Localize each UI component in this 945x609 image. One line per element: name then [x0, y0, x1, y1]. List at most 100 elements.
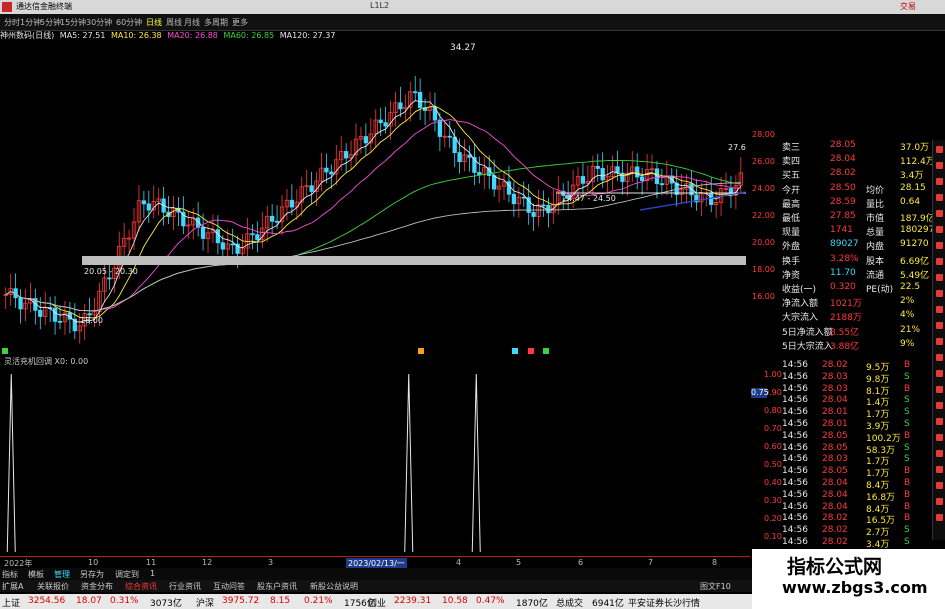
indicator-tab[interactable]: 模板 — [28, 569, 44, 580]
index-value: 2239.31 — [394, 596, 432, 606]
quote-panel: 卖三 28.05 37.0万 卖四 28.04 112.4万 买五 28.02 3.4万 今开 28… — [782, 140, 935, 360]
tick-side: B — [904, 489, 911, 500]
side-tool-icon[interactable] — [936, 258, 943, 265]
side-tool-icon[interactable] — [936, 274, 943, 281]
index-pct: 0.31% — [110, 596, 139, 606]
f10-tab[interactable]: 图文F10 — [700, 581, 731, 592]
candle — [250, 233, 255, 236]
candle — [230, 243, 235, 246]
side-tool-icon[interactable] — [936, 210, 943, 217]
price-chart[interactable]: 34.27 18.00 20.05 - 20.30 24.47 - 24.50 … — [0, 42, 750, 354]
side-tool-icon[interactable] — [936, 338, 943, 345]
side-tool-icon[interactable] — [936, 306, 943, 313]
index-name[interactable]: 上证 — [2, 596, 20, 609]
period-tab[interactable]: 60分钟 — [116, 17, 142, 28]
index-value: 3975.72 — [222, 596, 260, 606]
info-tab[interactable]: 互动问答 — [213, 581, 245, 592]
side-tool-icon[interactable] — [936, 194, 943, 201]
price-tick: 16.00 — [752, 292, 775, 301]
marker-icon — [418, 348, 424, 354]
ma-line — [5, 119, 741, 312]
period-tab[interactable]: 日线 — [146, 17, 162, 28]
quote-key: 今开 — [782, 185, 801, 196]
tick-price: 28.03 — [822, 383, 848, 394]
side-tool-icon[interactable] — [936, 354, 943, 361]
index-name[interactable]: 创业 — [368, 596, 386, 609]
time-tick: 3 — [268, 558, 274, 567]
quote-row: 外盘 89027 内盘 91270 — [782, 239, 932, 252]
tick-time: 14:56 — [782, 466, 808, 477]
app-title: 通达信金融终端 — [16, 2, 72, 11]
info-tab[interactable]: 关联报价 — [37, 581, 69, 592]
info-tab[interactable]: 扩展A — [2, 581, 23, 592]
quote-value2: 3.4万 — [900, 171, 924, 182]
info-tab[interactable]: 综合资讯 — [125, 581, 157, 592]
indicator-tab[interactable]: 管理 — [54, 569, 70, 580]
quote-key: 净资 — [782, 270, 801, 281]
side-tool-icon[interactable] — [936, 434, 943, 441]
period-tab[interactable]: 1分钟 — [20, 17, 41, 28]
tick-side: B — [904, 430, 911, 441]
period-tab[interactable]: 分时 — [4, 17, 20, 28]
info-tab[interactable]: 资金分布 — [81, 581, 113, 592]
indicator-tab[interactable]: 调定到 — [115, 569, 139, 580]
indicator-tab[interactable]: 1 — [150, 569, 155, 578]
quote-row: 现量 1741 总量 180297 — [782, 225, 934, 239]
title-bar: 通达信金融终端 L1L2 交易 — [0, 0, 945, 14]
candle — [220, 242, 225, 250]
tick-price: 28.02 — [822, 537, 848, 547]
stock-name: 神州数码(日线) — [0, 31, 55, 40]
side-tool-icon[interactable] — [936, 402, 943, 409]
side-tool-icon[interactable] — [936, 466, 943, 473]
tick-price: 28.04 — [822, 478, 848, 488]
side-tool-icon[interactable] — [936, 226, 943, 233]
side-tool-icon[interactable] — [936, 146, 943, 153]
level-badge: L1L2 — [370, 1, 390, 10]
side-tool-icon[interactable] — [936, 386, 943, 393]
period-tab[interactable]: 多周期 — [204, 17, 228, 28]
side-toolbar — [932, 140, 945, 540]
candle — [107, 277, 112, 280]
tick-list[interactable]: 14:56 28.02 9.5万 B 14:56 28.03 9.8万 S 14:56 28.03… — [782, 360, 932, 550]
side-tool-icon[interactable] — [936, 322, 943, 329]
period-tab[interactable]: 更多 — [232, 17, 248, 28]
period-tab[interactable]: 15分钟 — [60, 17, 86, 28]
quote-key: 换手 — [782, 256, 801, 267]
quote-value: 89027 — [830, 239, 859, 250]
period-tab[interactable]: 周线 — [166, 17, 182, 28]
index-name[interactable]: 沪深 — [196, 596, 214, 609]
indicator-chart[interactable] — [0, 366, 750, 552]
side-tool-icon[interactable] — [936, 450, 943, 457]
side-tool-icon[interactable] — [936, 242, 943, 249]
ma5-label: MA5: 27.51 — [59, 31, 106, 40]
side-tool-icon[interactable] — [936, 418, 943, 425]
side-tool-icon[interactable] — [936, 498, 943, 505]
tick-time: 14:56 — [782, 478, 808, 488]
side-tool-icon[interactable] — [936, 290, 943, 297]
total-value: 6941亿 — [592, 599, 624, 609]
period-tab[interactable]: 5分钟 — [40, 17, 61, 28]
candle — [595, 165, 600, 169]
side-tool-icon[interactable] — [936, 370, 943, 377]
side-tool-icon[interactable] — [936, 162, 943, 169]
side-tool-icon[interactable] — [936, 178, 943, 185]
price-tick: 22.00 — [752, 211, 775, 220]
info-tab[interactable]: 新股公益说明 — [310, 581, 358, 592]
quote-key: 收益(一) — [782, 285, 817, 295]
info-tab[interactable]: 股东户资讯 — [257, 581, 297, 592]
candle — [580, 176, 586, 184]
tick-price: 28.03 — [822, 371, 848, 382]
side-tool-icon[interactable] — [936, 514, 943, 521]
period-tab[interactable]: 30分钟 — [86, 17, 112, 28]
candle — [309, 185, 314, 192]
tick-side: S — [904, 442, 910, 453]
info-tab[interactable]: 行业资讯 — [169, 581, 201, 592]
quote-key2: 总量 — [866, 228, 885, 239]
trade-button[interactable]: 交易 — [900, 1, 916, 12]
candle — [289, 199, 295, 208]
period-tab[interactable]: 月线 — [184, 17, 200, 28]
side-tool-icon[interactable] — [936, 482, 943, 489]
candle — [215, 229, 221, 244]
indicator-tab[interactable]: 另存为 — [80, 569, 104, 580]
indicator-tab[interactable]: 指标 — [2, 569, 18, 580]
